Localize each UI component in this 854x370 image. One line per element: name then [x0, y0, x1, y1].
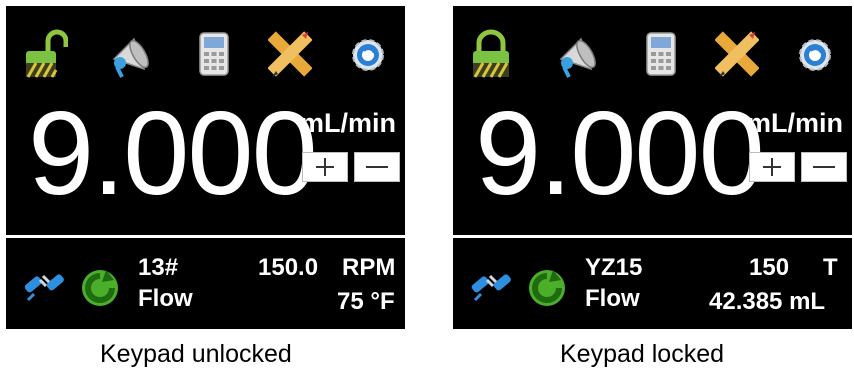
pump-display-panel-locked: 9.000 mL/min YZ15 Flow 150 T 42.385 mL: [453, 6, 852, 329]
status-right-top-unit: T: [823, 254, 838, 281]
status-left-top: YZ15: [585, 254, 643, 281]
divider: [6, 235, 405, 238]
calculator-icon[interactable]: [192, 29, 236, 79]
increase-button[interactable]: [302, 152, 348, 182]
pencil-ruler-icon[interactable]: [268, 29, 312, 79]
megaphone-icon[interactable]: [108, 29, 152, 79]
status-left-bottom: Flow: [138, 285, 193, 312]
lock-open-icon[interactable]: [24, 29, 68, 79]
pencil-ruler-icon[interactable]: [715, 29, 759, 79]
status-right-bottom: 75 °F: [337, 288, 395, 315]
status-right-bottom: 42.385 mL: [709, 288, 826, 315]
refresh-arrow-icon: [78, 266, 122, 310]
settings-gear-icon[interactable]: [346, 29, 390, 79]
plug-connector-icon: [469, 262, 513, 306]
status-left-bottom: Flow: [585, 285, 640, 312]
status-right-top-value: 150: [749, 254, 790, 281]
plug-connector-icon: [22, 262, 66, 306]
flow-rate-unit: mL/min: [300, 108, 397, 138]
calculator-icon[interactable]: [639, 29, 683, 79]
status-right-top-value: 150.0: [258, 254, 319, 281]
pump-display-panel-unlocked: 9.000 mL/min 13# Flow 150.0 RPM 75 °F: [6, 6, 405, 329]
caption-keypad-locked: Keypad locked: [560, 340, 725, 368]
decrease-button[interactable]: [354, 152, 400, 182]
flow-rate-value: 9.000: [475, 87, 765, 220]
decrease-button[interactable]: [801, 152, 847, 182]
status-right-top-unit: RPM: [342, 254, 396, 281]
flow-rate-value: 9.000: [28, 87, 318, 220]
megaphone-icon[interactable]: [555, 29, 599, 79]
caption-keypad-unlocked: Keypad unlocked: [100, 340, 292, 368]
divider: [453, 235, 852, 238]
lock-closed-icon[interactable]: [471, 29, 515, 79]
refresh-arrow-icon: [525, 266, 569, 310]
flow-rate-unit: mL/min: [747, 108, 844, 138]
increase-button[interactable]: [749, 152, 795, 182]
status-left-top: 13#: [138, 254, 179, 281]
settings-gear-icon[interactable]: [793, 29, 837, 79]
